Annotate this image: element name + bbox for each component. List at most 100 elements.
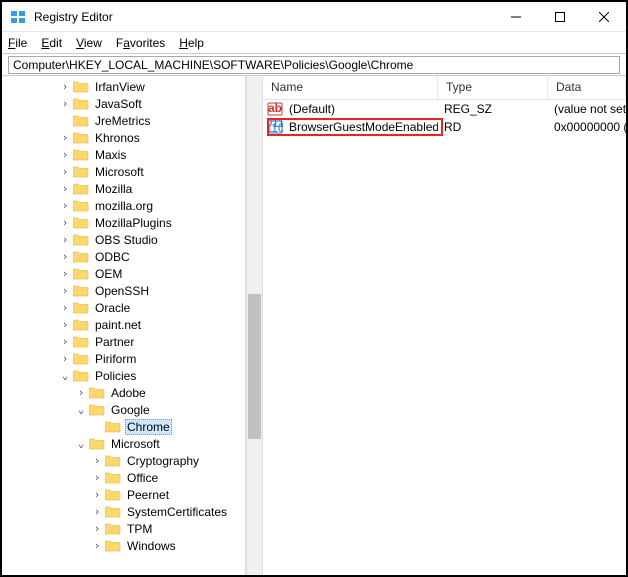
tree-item[interactable]: › Mozilla (2, 180, 245, 197)
tree-toggle[interactable]: › (58, 284, 72, 297)
tree-item[interactable]: ⌄ Policies (2, 367, 245, 384)
menu-view[interactable]: View (76, 36, 102, 50)
tree-label: Chrome (125, 419, 172, 435)
tree-toggle[interactable]: › (90, 488, 104, 501)
app-icon (10, 9, 26, 25)
tree-toggle[interactable]: › (58, 352, 72, 365)
menu-favorites[interactable]: Favorites (116, 36, 165, 50)
tree-label: JreMetrics (93, 114, 152, 128)
menu-file[interactable]: File (8, 36, 27, 50)
folder-icon (105, 522, 121, 535)
tree-label: JavaSoft (93, 97, 144, 111)
tree-item[interactable]: › mozilla.org (2, 197, 245, 214)
tree-label: Cryptography (125, 454, 201, 468)
tree-toggle[interactable]: › (58, 97, 72, 110)
tree-label: OEM (93, 267, 124, 281)
tree-item[interactable]: › Microsoft (2, 163, 245, 180)
tree-toggle[interactable]: › (58, 335, 72, 348)
folder-icon (73, 233, 89, 246)
column-type[interactable]: Type (438, 76, 548, 99)
tree-scrollbar-thumb[interactable] (248, 294, 261, 439)
tree-item[interactable]: › Peernet (2, 486, 245, 503)
folder-icon (73, 148, 89, 161)
tree-toggle[interactable]: › (58, 165, 72, 178)
tree-toggle[interactable]: › (90, 539, 104, 552)
tree-toggle[interactable]: › (58, 199, 72, 212)
tree-toggle[interactable]: › (58, 301, 72, 314)
column-data[interactable]: Data (548, 76, 626, 99)
tree-item[interactable]: › paint.net (2, 316, 245, 333)
folder-icon (89, 386, 105, 399)
tree-item[interactable]: › Office (2, 469, 245, 486)
string-value-icon: ab (267, 101, 283, 117)
folder-icon (73, 182, 89, 195)
column-name[interactable]: Name (263, 76, 438, 99)
tree-toggle[interactable]: › (90, 505, 104, 518)
tree-label: MozillaPlugins (93, 216, 174, 230)
tree-toggle[interactable]: › (58, 216, 72, 229)
tree-item[interactable]: › Piriform (2, 350, 245, 367)
value-list[interactable]: Name Type Data ab (Default) REG_SZ (valu… (263, 76, 626, 575)
tree-toggle[interactable]: › (58, 318, 72, 331)
maximize-button[interactable] (538, 2, 582, 31)
tree-label: SystemCertificates (125, 505, 229, 519)
tree-item[interactable]: › Khronos (2, 129, 245, 146)
tree-item[interactable]: › ODBC (2, 248, 245, 265)
folder-icon (105, 488, 121, 501)
tree-toggle[interactable]: › (90, 454, 104, 467)
tree-item[interactable]: › JavaSoft (2, 95, 245, 112)
folder-icon (73, 131, 89, 144)
tree-item[interactable]: › TPM (2, 520, 245, 537)
tree-toggle[interactable]: › (58, 148, 72, 161)
tree-item[interactable]: Chrome (2, 418, 245, 435)
tree-label: paint.net (93, 318, 143, 332)
folder-icon (73, 369, 89, 382)
tree-toggle[interactable]: › (74, 386, 88, 399)
tree-item[interactable]: › Cryptography (2, 452, 245, 469)
tree-toggle[interactable]: › (58, 233, 72, 246)
value-type: REG_SZ (438, 102, 548, 116)
tree-item[interactable]: ⌄ Microsoft (2, 435, 245, 452)
tree-item[interactable]: › Partner (2, 333, 245, 350)
tree-toggle[interactable]: ⌄ (74, 437, 88, 450)
tree-item[interactable]: JreMetrics (2, 112, 245, 129)
tree-label: Maxis (93, 148, 128, 162)
close-button[interactable] (582, 2, 626, 31)
folder-icon (105, 539, 121, 552)
tree-item[interactable]: › Maxis (2, 146, 245, 163)
address-input[interactable] (8, 56, 620, 74)
tree-toggle[interactable]: › (58, 250, 72, 263)
menu-help[interactable]: Help (179, 36, 204, 50)
tree-item[interactable]: › OEM (2, 265, 245, 282)
tree-item[interactable]: › OBS Studio (2, 231, 245, 248)
minimize-button[interactable] (494, 2, 538, 31)
tree-scrollbar[interactable] (246, 76, 263, 575)
tree-item[interactable]: › SystemCertificates (2, 503, 245, 520)
folder-icon (105, 454, 121, 467)
tree-label: Office (125, 471, 160, 485)
tree-item[interactable]: › MozillaPlugins (2, 214, 245, 231)
tree-pane[interactable]: › IrfanView › JavaSoft JreMetrics › Khro… (2, 76, 246, 575)
tree-toggle[interactable]: › (58, 267, 72, 280)
tree-toggle[interactable]: › (90, 471, 104, 484)
folder-icon (73, 284, 89, 297)
tree-toggle[interactable]: ⌄ (74, 403, 88, 416)
tree-item[interactable]: › Adobe (2, 384, 245, 401)
tree-toggle[interactable]: › (58, 182, 72, 195)
tree-toggle[interactable]: › (90, 522, 104, 535)
tree-item[interactable]: › OpenSSH (2, 282, 245, 299)
value-row[interactable]: 011110 BrowserGuestModeEnabled RD 0x0000… (263, 118, 626, 136)
tree-toggle[interactable]: › (58, 131, 72, 144)
tree-toggle[interactable]: ⌄ (58, 369, 72, 382)
tree-label: IrfanView (93, 80, 147, 94)
folder-icon (73, 352, 89, 365)
value-row[interactable]: ab (Default) REG_SZ (value not set) (263, 100, 626, 118)
tree-item[interactable]: › IrfanView (2, 78, 245, 95)
menu-edit[interactable]: Edit (41, 36, 62, 50)
window-title: Registry Editor (34, 10, 494, 24)
tree-label: ODBC (93, 250, 132, 264)
tree-item[interactable]: › Windows (2, 537, 245, 554)
tree-item[interactable]: › Oracle (2, 299, 245, 316)
tree-item[interactable]: ⌄ Google (2, 401, 245, 418)
tree-toggle[interactable]: › (58, 80, 72, 93)
